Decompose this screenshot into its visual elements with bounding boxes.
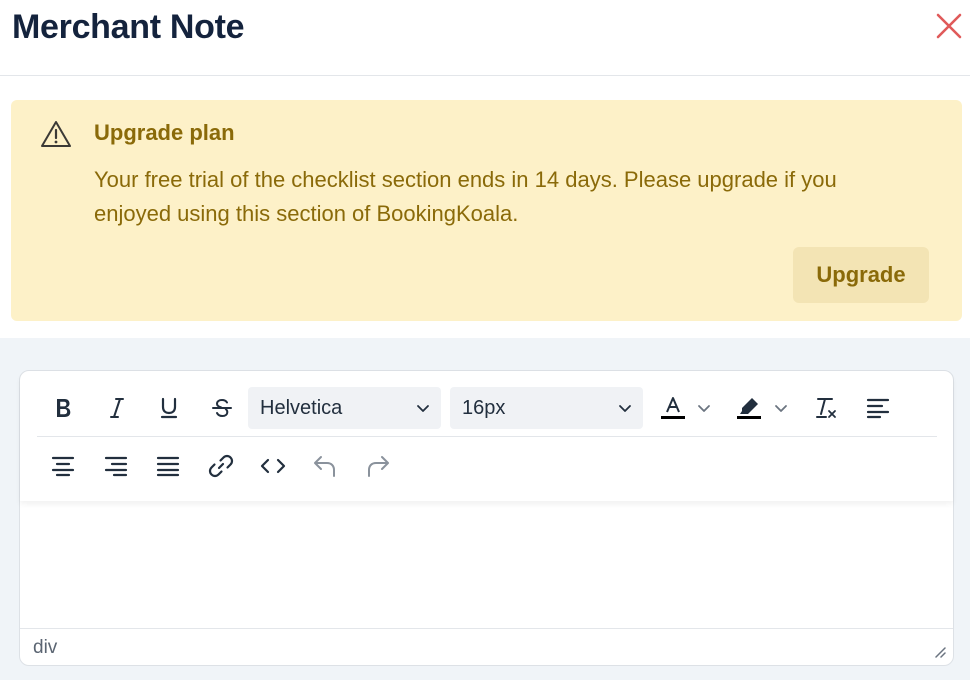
editor-statusbar: div: [20, 628, 953, 665]
close-icon: [936, 13, 962, 39]
font-size-value: 16px: [462, 396, 506, 419]
modal-title: Merchant Note: [12, 8, 245, 46]
redo-icon: [368, 456, 389, 477]
link-icon: [208, 454, 234, 478]
align-center-icon: [51, 456, 75, 477]
modal-header: Merchant Note: [0, 0, 970, 76]
strikethrough-icon: [212, 398, 232, 418]
element-path[interactable]: div: [33, 637, 57, 659]
chevron-down-icon: [417, 405, 429, 412]
warning-icon: [41, 121, 71, 147]
align-justify-button[interactable]: [151, 449, 185, 483]
underline-icon: [160, 397, 178, 419]
highlight-icon: [737, 398, 761, 419]
align-justify-icon: [156, 456, 180, 477]
align-center-button[interactable]: [46, 449, 80, 483]
font-size-select[interactable]: 16px: [450, 387, 643, 429]
underline-button[interactable]: [152, 391, 186, 425]
align-left-button[interactable]: [861, 391, 895, 425]
align-right-icon: [104, 456, 128, 477]
bold-button[interactable]: [46, 391, 80, 425]
align-left-icon: [866, 398, 890, 419]
editor-content-area[interactable]: [20, 502, 953, 628]
chevron-down-icon: [619, 405, 631, 412]
italic-icon: [110, 398, 124, 418]
upgrade-button[interactable]: Upgrade: [793, 247, 929, 303]
text-color-button[interactable]: [656, 391, 690, 425]
text-color-dropdown[interactable]: [693, 391, 715, 425]
undo-button[interactable]: [308, 449, 342, 483]
strikethrough-button[interactable]: [205, 391, 239, 425]
font-family-value: Helvetica: [260, 396, 343, 419]
chevron-down-icon: [698, 405, 710, 412]
clear-format-button[interactable]: [809, 391, 843, 425]
editor-toolbar: Helvetica 16px: [20, 371, 953, 501]
italic-button[interactable]: [100, 391, 134, 425]
resize-handle-icon[interactable]: [932, 644, 946, 658]
redo-button[interactable]: [361, 449, 395, 483]
align-right-button[interactable]: [99, 449, 133, 483]
chevron-down-icon: [775, 405, 787, 412]
alert-message: Your free trial of the checklist section…: [94, 167, 837, 226]
text-color-icon: [661, 397, 685, 419]
alert-title: Upgrade plan: [94, 120, 235, 145]
highlight-dropdown[interactable]: [770, 391, 792, 425]
undo-icon: [314, 456, 335, 477]
code-icon: [260, 458, 286, 474]
highlight-button[interactable]: [732, 391, 766, 425]
rich-text-editor: Helvetica 16px div: [19, 370, 954, 666]
editor-section: Helvetica 16px div: [0, 338, 970, 680]
bold-icon: [57, 399, 71, 417]
link-button[interactable]: [204, 449, 238, 483]
font-family-select[interactable]: Helvetica: [248, 387, 441, 429]
code-button[interactable]: [256, 449, 290, 483]
toolbar-divider: [37, 436, 937, 437]
upgrade-alert: Upgrade plan Your free trial of the chec…: [11, 100, 962, 321]
close-button[interactable]: [933, 10, 965, 42]
clear-format-icon: [816, 398, 836, 418]
